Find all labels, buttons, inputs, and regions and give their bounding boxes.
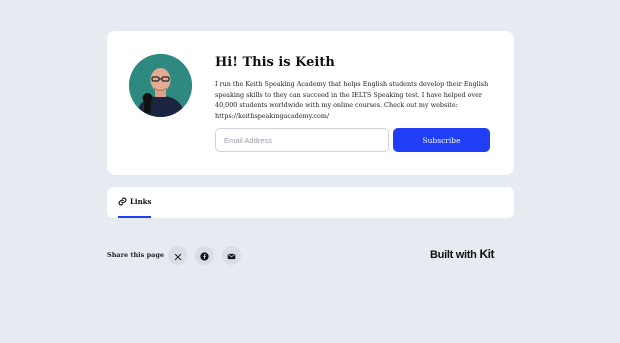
kit-logo: Kit [479, 247, 495, 261]
profile-bio: I run the Keith Speaking Academy that he… [215, 80, 489, 120]
avatar [129, 54, 192, 117]
built-with-kit-link[interactable]: Built with Kit [430, 247, 494, 261]
facebook-icon [200, 246, 209, 265]
mail-icon [227, 246, 236, 265]
subscribe-button[interactable]: Subscribe [393, 128, 490, 152]
profile-card: Hi! This is Keith I run the Keith Speaki… [107, 31, 514, 175]
tab-bar: Links [107, 187, 514, 218]
x-icon [174, 246, 182, 265]
tab-links[interactable]: Links [118, 187, 151, 218]
share-label: Share this page [107, 251, 165, 259]
share-email-button[interactable] [222, 246, 241, 265]
tab-label: Links [130, 197, 152, 206]
email-field[interactable] [215, 128, 389, 152]
page-title: Hi! This is Keith [215, 55, 335, 70]
share-facebook-button[interactable] [195, 246, 214, 265]
built-with-text: Built with [430, 249, 477, 261]
share-x-button[interactable] [168, 246, 187, 265]
link-icon [118, 197, 127, 206]
